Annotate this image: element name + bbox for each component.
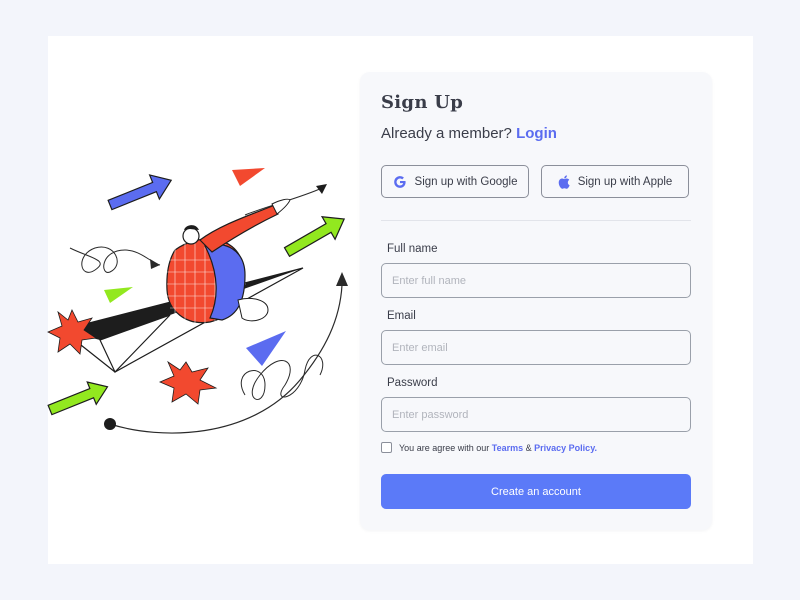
hero-illustration <box>47 168 348 434</box>
google-icon <box>393 175 406 188</box>
full-name-input[interactable] <box>381 263 691 298</box>
full-name-label: Full name <box>387 243 438 255</box>
agree-text: You are agree with our <box>399 442 490 453</box>
ampersand: & <box>525 442 532 453</box>
terms-agreement: You are agree with our Tearms & Privacy … <box>381 442 597 453</box>
apple-button-label: Sign up with Apple <box>577 175 673 188</box>
page-title: Sign Up <box>381 92 464 113</box>
divider <box>381 220 691 221</box>
privacy-policy-link[interactable]: Privacy Policy. <box>534 443 597 453</box>
login-link[interactable]: Login <box>516 125 557 142</box>
terms-checkbox[interactable] <box>381 442 392 453</box>
password-input[interactable] <box>381 397 691 432</box>
member-prompt: Already a member? Login <box>381 125 557 142</box>
create-account-button[interactable]: Create an account <box>381 474 691 509</box>
member-prompt-text: Already a member? <box>381 125 512 142</box>
email-input[interactable] <box>381 330 691 365</box>
password-label: Password <box>387 377 438 389</box>
apple-signup-button[interactable]: Sign up with Apple <box>541 165 689 198</box>
terms-link[interactable]: Tearms <box>492 443 523 453</box>
email-label: Email <box>387 310 416 322</box>
google-button-label: Sign up with Google <box>414 175 518 188</box>
google-signup-button[interactable]: Sign up with Google <box>381 165 529 198</box>
apple-icon <box>558 174 570 189</box>
